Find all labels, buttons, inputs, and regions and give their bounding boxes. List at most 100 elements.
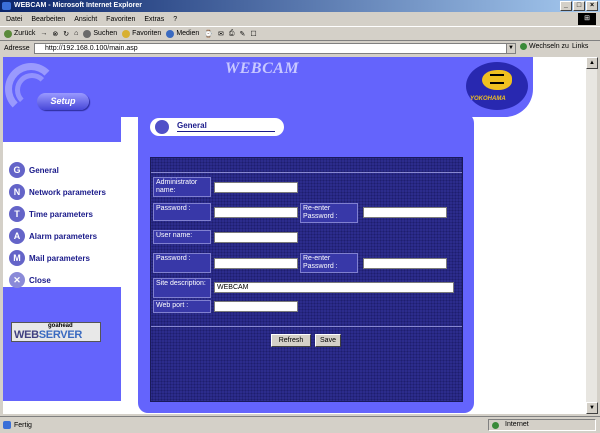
browser-toolbar: Zurück → ⊗ ↻ ⌂ Suchen Favoriten Medien ⌚… (0, 26, 600, 41)
ie-logo-icon (2, 2, 11, 10)
site-description-label: Site description: (153, 278, 211, 298)
section-underline (177, 131, 275, 132)
divider (151, 326, 462, 327)
address-bar: Adresse http://192.168.0.100/main.asp ▼ … (0, 41, 600, 56)
stop-button[interactable]: ⊗ (52, 30, 58, 38)
discuss-button[interactable]: ☐ (250, 30, 256, 38)
web-port-input[interactable] (214, 301, 298, 312)
address-url: http://192.168.0.100/main.asp (45, 45, 138, 52)
general-form: Administrator name: Password : Re-enter … (150, 157, 463, 402)
sidebar-item-label: General (29, 165, 59, 175)
user-reenter-label: Re-enter Password : (300, 253, 358, 273)
brand-logo: YOKOHAMA (466, 62, 528, 110)
setup-badge: Setup (37, 93, 89, 110)
refresh-button[interactable]: Refresh (271, 334, 311, 347)
brand-name: YOKOHAMA (470, 96, 506, 102)
alarm-icon: A (9, 228, 25, 244)
user-name-label: User name: (153, 230, 211, 244)
user-name-input[interactable] (214, 232, 298, 243)
sidebar-item-close[interactable]: ✕ Close (9, 272, 51, 288)
refresh-button[interactable]: ↻ (63, 30, 69, 38)
menu-favorites[interactable]: Favoriten (106, 16, 135, 23)
main-panel: General Administrator name: Password : R… (138, 113, 474, 413)
header-banner: Setup WEBCAM YOKOHAMA (3, 57, 533, 117)
back-label: Zurück (14, 30, 36, 37)
back-arrow-icon (4, 29, 12, 38)
tiger-logo-icon (482, 70, 512, 90)
security-zone: Internet (488, 419, 596, 431)
site-description-input[interactable]: WEBCAM (214, 282, 454, 293)
sidebar-nav: G General N Network parameters T Time pa… (3, 142, 133, 288)
menu-tools[interactable]: Extras (144, 16, 164, 23)
admin-name-label: Administrator name: (153, 177, 211, 197)
save-button[interactable]: Save (315, 334, 341, 347)
go-label: Wechseln zu (529, 43, 569, 50)
links-button[interactable]: Links (572, 43, 588, 50)
mail-button[interactable]: ✉ (218, 30, 224, 38)
menu-file[interactable]: Datei (6, 16, 22, 23)
address-input[interactable]: http://192.168.0.100/main.asp ▼ (34, 43, 516, 54)
section-title: General (177, 121, 207, 130)
history-button[interactable]: ⌚ (204, 30, 213, 38)
admin-reenter-input[interactable] (363, 207, 447, 218)
close-button[interactable]: × (586, 1, 598, 11)
go-button[interactable]: Wechseln zu (520, 43, 569, 50)
general-icon: G (9, 162, 25, 178)
back-button[interactable]: Zurück (4, 29, 36, 38)
admin-password-input[interactable] (214, 207, 298, 218)
scroll-up-icon[interactable]: ▲ (586, 57, 598, 69)
user-password-input[interactable] (214, 258, 298, 269)
menu-bar: Datei Bearbeiten Ansicht Favoriten Extra… (0, 12, 600, 26)
minimize-button[interactable]: _ (560, 1, 572, 11)
favorites-button[interactable]: Favoriten (122, 29, 162, 38)
admin-password-label: Password : (153, 203, 211, 221)
globe-icon (492, 422, 499, 429)
sidebar-item-label: Time parameters (29, 209, 93, 219)
zone-label: Internet (505, 421, 529, 428)
sidebar-item-label: Close (29, 275, 51, 285)
favorites-label: Favoriten (132, 30, 162, 37)
menu-view[interactable]: Ansicht (74, 16, 97, 23)
maximize-button[interactable]: □ (573, 1, 585, 11)
section-header: General (150, 118, 284, 136)
sidebar-item-general[interactable]: G General (9, 162, 59, 178)
windows-logo-icon: ⊞ (578, 13, 596, 25)
user-reenter-input[interactable] (363, 258, 447, 269)
admin-reenter-label: Re-enter Password : (300, 203, 358, 223)
user-password-label: Password : (153, 253, 211, 273)
home-button[interactable]: ⌂ (74, 30, 78, 37)
chevron-down-icon[interactable]: ▼ (506, 44, 515, 53)
web-port-label: Web port : (153, 300, 211, 313)
page-title: WEBCAM (225, 60, 300, 77)
print-button[interactable]: ⎙ (229, 30, 235, 38)
menu-edit[interactable]: Bearbeiten (31, 16, 65, 23)
media-icon (166, 29, 175, 38)
close-icon: ✕ (9, 272, 25, 288)
scroll-down-icon[interactable]: ▼ (586, 402, 598, 414)
admin-name-input[interactable] (214, 182, 298, 193)
sidebar-item-alarm[interactable]: A Alarm parameters (9, 228, 97, 244)
divider (151, 172, 462, 173)
search-button[interactable]: Suchen (83, 29, 118, 38)
sidebar-item-mail[interactable]: M Mail parameters (9, 250, 90, 266)
menu-help[interactable]: ? (173, 16, 177, 23)
sidebar-item-label: Mail parameters (29, 253, 90, 263)
vertical-scrollbar[interactable]: ▲ ▼ (585, 57, 598, 414)
webserver-label: WEBSERVER (14, 329, 82, 341)
edit-button[interactable]: ✎ (240, 30, 246, 38)
window-title: WEBCAM - Microsoft Internet Explorer (14, 2, 142, 9)
media-button[interactable]: Medien (166, 29, 200, 38)
sidebar-item-time[interactable]: T Time parameters (9, 206, 93, 222)
page-viewport: Setup WEBCAM YOKOHAMA G General N Networ… (3, 57, 585, 414)
server-label: SERVER (38, 329, 83, 341)
sidebar-item-label: Network parameters (29, 187, 106, 197)
sidebar-item-network[interactable]: N Network parameters (9, 184, 106, 200)
goahead-webserver-logo[interactable]: goahead WEBSERVER (11, 322, 101, 342)
forward-button[interactable]: → (40, 30, 47, 37)
media-label: Medien (176, 30, 200, 37)
mail-icon: M (9, 250, 25, 266)
search-label: Suchen (93, 30, 118, 37)
web-label: WEB (14, 329, 39, 341)
status-bar: Fertig Internet (0, 416, 600, 433)
window-title-bar: WEBCAM - Microsoft Internet Explorer _ □… (0, 0, 600, 12)
